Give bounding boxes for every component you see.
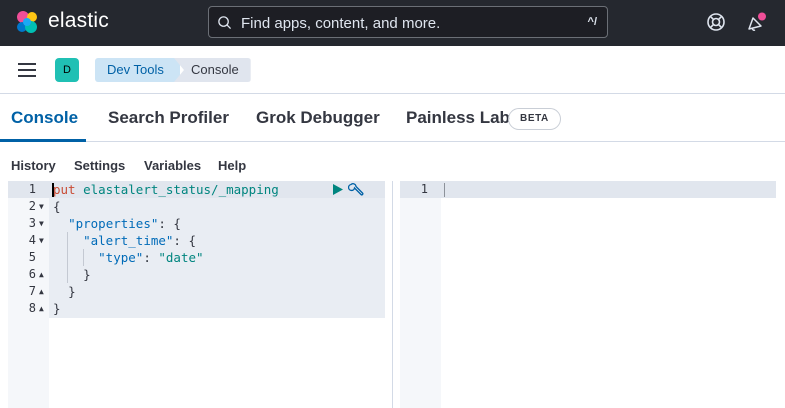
request-editor[interactable]: 1 put elastalert_status/_mapping 2 ▼ { 3… bbox=[8, 181, 385, 408]
code-line: 5 "type": "date" bbox=[28, 250, 204, 265]
output-gutter bbox=[400, 181, 441, 408]
code-line: 7 ▲ } bbox=[28, 283, 76, 300]
top-header: elastic Find apps, content, and more. ^/ bbox=[0, 0, 785, 46]
search-icon bbox=[218, 16, 232, 30]
code-line: 8 ▲ } bbox=[28, 300, 61, 317]
play-icon[interactable] bbox=[332, 184, 343, 195]
fold-toggle[interactable]: ▲ bbox=[39, 266, 44, 283]
output-scrollbar[interactable] bbox=[779, 181, 785, 408]
tab-grok-debugger[interactable]: Grok Debugger bbox=[256, 108, 380, 128]
space-avatar[interactable]: D bbox=[55, 58, 79, 82]
response-output[interactable]: 1 bbox=[400, 181, 776, 408]
breadcrumb-separator bbox=[168, 58, 178, 82]
code-line: 1 put elastalert_status/_mapping bbox=[28, 182, 279, 197]
tab-console[interactable]: Console bbox=[11, 108, 78, 128]
dev-tools-tabs: Console Search Profiler Grok Debugger Pa… bbox=[0, 95, 785, 142]
breadcrumb-bar: D Dev Tools Console bbox=[0, 46, 785, 94]
search-placeholder: Find apps, content, and more. bbox=[241, 15, 441, 32]
fold-toggle[interactable]: ▼ bbox=[39, 215, 44, 232]
fold-toggle[interactable]: ▼ bbox=[39, 198, 44, 215]
fold-toggle[interactable]: ▲ bbox=[39, 283, 44, 300]
tab-search-profiler[interactable]: Search Profiler bbox=[108, 108, 229, 128]
output-cursor bbox=[444, 183, 445, 197]
fold-toggle[interactable]: ▲ bbox=[39, 300, 44, 317]
variables-link[interactable]: Variables bbox=[144, 158, 201, 173]
history-link[interactable]: History bbox=[11, 158, 56, 173]
beta-badge: BETA bbox=[508, 108, 561, 130]
newsfeed-icon[interactable] bbox=[745, 12, 767, 34]
code-line: 2 ▼ { bbox=[28, 198, 61, 215]
output-line: 1 bbox=[420, 182, 428, 196]
brand-name[interactable]: elastic bbox=[48, 9, 109, 33]
text-cursor bbox=[52, 183, 54, 197]
hamburger-menu-icon[interactable] bbox=[17, 61, 37, 79]
wrench-icon[interactable] bbox=[348, 182, 364, 198]
global-search-input[interactable]: Find apps, content, and more. ^/ bbox=[208, 6, 608, 38]
panel-resizer[interactable] bbox=[392, 181, 393, 408]
code-line: 6 ▲ } bbox=[28, 266, 91, 283]
code-line: 3 ▼ "properties": { bbox=[28, 215, 181, 232]
active-tab-indicator bbox=[0, 139, 86, 142]
fold-toggle[interactable]: ▼ bbox=[39, 232, 44, 249]
elastic-logo-icon[interactable] bbox=[14, 9, 40, 35]
lifebuoy-icon[interactable] bbox=[706, 12, 726, 32]
tab-painless-lab[interactable]: Painless Lab bbox=[406, 108, 510, 128]
code-line: 4 ▼ "alert_time": { bbox=[28, 232, 196, 249]
keyboard-shortcut-hint: ^/ bbox=[587, 16, 597, 28]
settings-link[interactable]: Settings bbox=[74, 158, 125, 173]
help-link[interactable]: Help bbox=[218, 158, 246, 173]
breadcrumb-console: Console bbox=[174, 58, 251, 82]
